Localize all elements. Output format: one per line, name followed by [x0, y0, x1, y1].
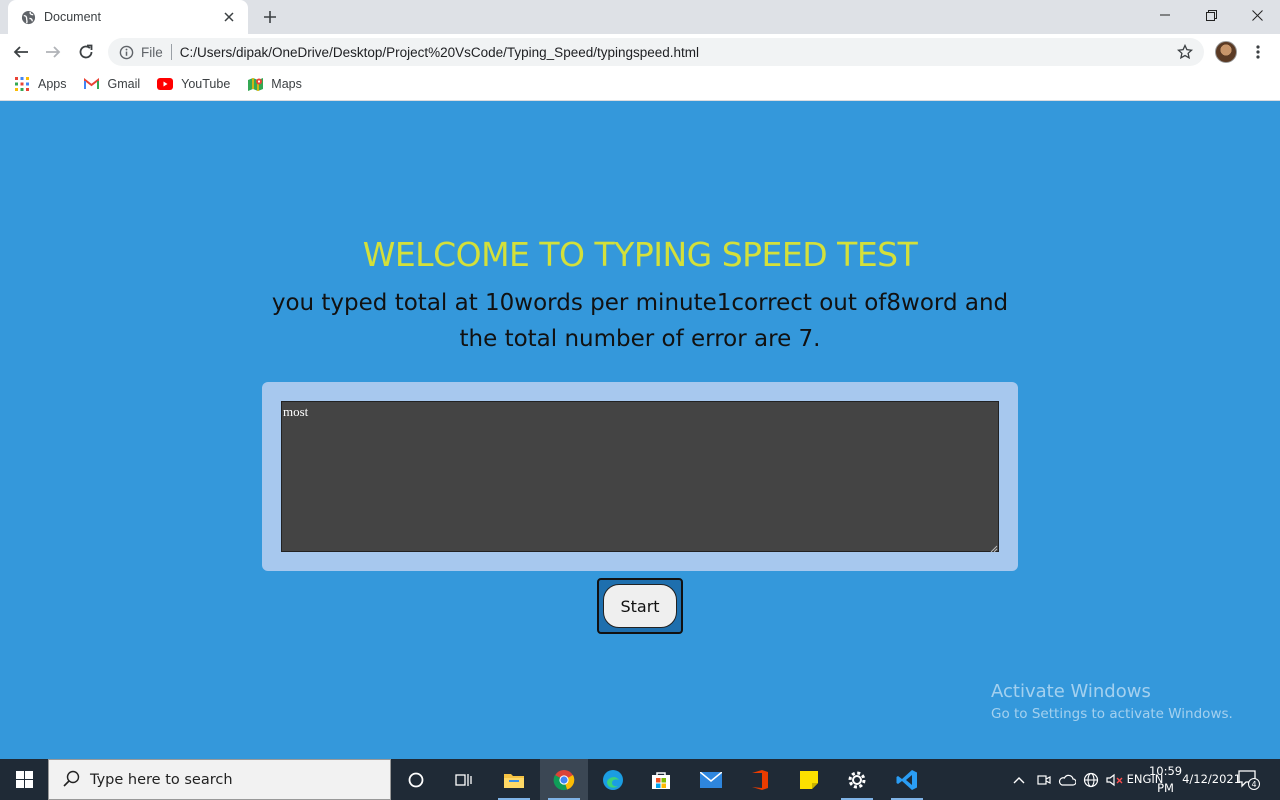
- windows-start-button[interactable]: [0, 759, 48, 800]
- taskbar: Type here to search ENG IN 10:59 PM 4/12…: [0, 759, 1280, 800]
- store-button[interactable]: [637, 759, 685, 800]
- volume-muted-icon[interactable]: [1104, 759, 1126, 800]
- mail-button[interactable]: [687, 759, 735, 800]
- typing-panel: [262, 382, 1018, 571]
- address-bar[interactable]: File C:/Users/dipak/OneDrive/Desktop/Pro…: [108, 38, 1204, 66]
- activation-watermark: Activate Windows Go to Settings to activ…: [991, 681, 1233, 722]
- apps-grid-icon: [14, 76, 30, 92]
- office-icon: [752, 769, 768, 790]
- browser-toolbar: File C:/Users/dipak/OneDrive/Desktop/Pro…: [0, 34, 1280, 70]
- result-message: you typed total at 10words per minute1co…: [271, 290, 1009, 352]
- meet-now-icon[interactable]: [1034, 759, 1054, 800]
- action-center-button[interactable]: 4: [1234, 759, 1264, 800]
- reload-button[interactable]: [73, 39, 99, 65]
- settings-button[interactable]: [833, 759, 881, 800]
- sticky-notes-button[interactable]: [785, 759, 833, 800]
- tab-document[interactable]: Document: [8, 0, 248, 34]
- mail-icon: [700, 771, 722, 788]
- bookmark-label: Maps: [271, 77, 302, 91]
- vscode-button[interactable]: [883, 759, 931, 800]
- bookmark-label: Gmail: [107, 77, 141, 91]
- info-icon[interactable]: [118, 44, 134, 60]
- address-separator: [170, 44, 172, 60]
- scheme-label: File: [141, 44, 163, 60]
- windows-logo-icon: [15, 771, 33, 788]
- watermark-title: Activate Windows: [991, 681, 1151, 702]
- task-view-icon: [455, 773, 472, 786]
- vscode-icon: [896, 769, 917, 790]
- task-view-button[interactable]: [440, 759, 488, 800]
- chrome-icon: [553, 769, 575, 790]
- gmail-icon: [84, 76, 100, 92]
- office-button[interactable]: [736, 759, 784, 800]
- cortana-icon: [408, 772, 424, 787]
- gear-icon: [848, 771, 866, 788]
- edge-icon: [603, 769, 623, 790]
- chevron-up-icon: [1013, 776, 1025, 783]
- new-tab-button[interactable]: [258, 6, 282, 28]
- bookmark-star-icon[interactable]: [1176, 43, 1194, 61]
- store-icon: [652, 771, 670, 789]
- bookmark-maps[interactable]: Maps: [247, 76, 302, 92]
- globe-icon: [20, 9, 36, 25]
- bookmark-label: YouTube: [181, 77, 231, 91]
- clock-time: 10:59 PM: [1148, 763, 1183, 795]
- watermark-subtitle: Go to Settings to activate Windows.: [991, 706, 1233, 722]
- tab-close-icon[interactable]: [220, 8, 238, 26]
- restore-button[interactable]: [1188, 0, 1234, 30]
- resize-grip-icon[interactable]: [990, 542, 998, 553]
- bookmark-apps[interactable]: Apps: [14, 76, 67, 92]
- profile-avatar[interactable]: [1215, 41, 1237, 63]
- maps-icon: [247, 76, 263, 92]
- start-button[interactable]: Start: [603, 584, 677, 628]
- search-placeholder: Type here to search: [90, 771, 233, 788]
- file-explorer-button[interactable]: [490, 759, 538, 800]
- taskbar-search-box[interactable]: Type here to search: [48, 759, 391, 800]
- language-code: ENG: [1126, 772, 1152, 786]
- page-body: WELCOME TO TYPING SPEED TEST you typed t…: [0, 101, 1280, 759]
- menu-kebab-icon[interactable]: [1250, 42, 1266, 62]
- typing-textarea[interactable]: [281, 401, 999, 552]
- clock-date: 4/12/2021: [1182, 772, 1242, 786]
- network-globe-icon[interactable]: [1081, 759, 1101, 800]
- tab-strip: Document: [0, 0, 1280, 34]
- youtube-icon: [157, 76, 174, 92]
- minimize-button[interactable]: [1142, 0, 1188, 30]
- bookmark-gmail[interactable]: Gmail: [84, 76, 141, 92]
- page-heading: WELCOME TO TYPING SPEED TEST: [362, 235, 918, 274]
- bookmark-youtube[interactable]: YouTube: [157, 76, 230, 92]
- forward-button[interactable]: [40, 39, 66, 65]
- search-icon: [63, 770, 80, 790]
- start-button-frame: Start: [597, 578, 683, 634]
- notification-icon: 4: [1238, 769, 1260, 790]
- clock[interactable]: 10:59 PM 4/12/2021: [1149, 759, 1241, 800]
- notification-count: 4: [1251, 780, 1256, 789]
- edge-button[interactable]: [589, 759, 637, 800]
- show-hidden-icons-button[interactable]: [1010, 759, 1028, 800]
- onedrive-icon[interactable]: [1056, 759, 1078, 800]
- folder-icon: [504, 773, 524, 788]
- chrome-taskbar-button[interactable]: [540, 759, 588, 800]
- url-text[interactable]: C:/Users/dipak/OneDrive/Desktop/Project%…: [180, 45, 699, 60]
- tab-title: Document: [44, 10, 101, 24]
- bookmark-label: Apps: [38, 77, 67, 91]
- back-button[interactable]: [8, 39, 34, 65]
- sticky-notes-icon: [800, 770, 818, 789]
- bookmarks-bar: Apps Gmail YouTube Maps: [0, 70, 1280, 98]
- cortana-button[interactable]: [392, 759, 440, 800]
- close-window-button[interactable]: [1234, 0, 1280, 30]
